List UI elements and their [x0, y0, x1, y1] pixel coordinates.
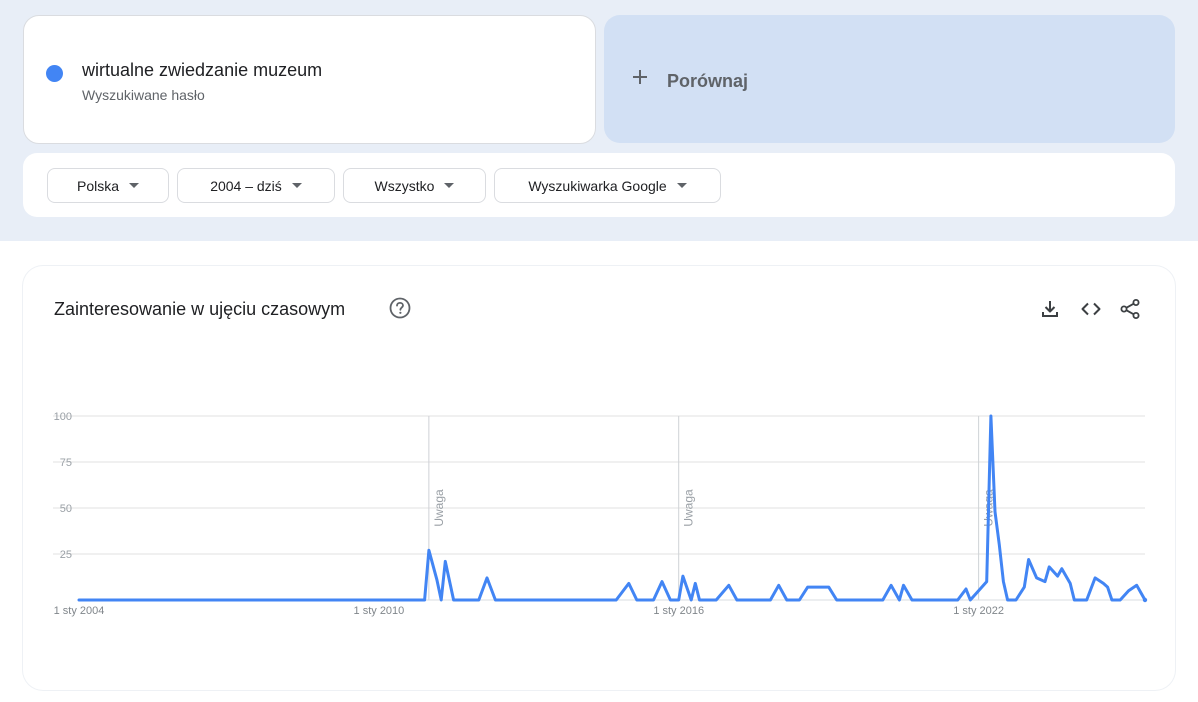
y-tick-label: 75 — [60, 457, 72, 469]
chart-gridlines — [53, 415, 1145, 555]
x-tick-label: 1 sty 2010 — [354, 605, 405, 617]
note-label: Uwaga — [682, 489, 696, 527]
period-dropdown[interactable]: 2004 – dziś — [177, 168, 335, 203]
search-term-title[interactable]: wirtualne zwiedzanie muzeum — [82, 60, 322, 81]
category-dropdown[interactable]: Wszystko — [343, 168, 486, 203]
caret-down-icon — [129, 183, 140, 188]
interest-over-time-panel: Zainteresowanie w ujęciu czasowym Uwaga U… — [23, 266, 1175, 690]
search-term-subtitle: Wyszukiwane hasło — [82, 87, 205, 103]
caret-down-icon — [676, 183, 687, 188]
trend-chart: Uwaga Uwaga Uwaga 1007550251 sty 2004 1 sty… — [53, 411, 1148, 617]
y-tick-label: 25 — [60, 549, 72, 561]
source-dropdown[interactable]: Wyszukiwarka Google — [494, 168, 721, 203]
compare-label: Porównaj — [667, 71, 749, 91]
note-label: Uwaga — [432, 489, 446, 527]
caret-down-icon — [444, 183, 455, 188]
region-dropdown[interactable]: Polska — [47, 168, 169, 203]
series-color-dot — [46, 65, 63, 82]
search-term-card[interactable]: wirtualne zwiedzanie muzeum Wyszukiwane … — [23, 15, 596, 144]
category-value: Wszystko — [374, 177, 435, 194]
period-value: 2004 – dziś — [210, 177, 282, 194]
y-tick-label: 50 — [60, 503, 72, 515]
source-value: Wyszukiwarka Google — [528, 177, 667, 194]
x-tick-label: 1 sty 2016 — [653, 605, 704, 617]
series-end-point — [1142, 597, 1148, 603]
x-tick-label: 1 sty 2022 — [953, 605, 1004, 617]
x-tick-label: 1 sty 2004 — [54, 605, 105, 617]
region-value: Polska — [76, 177, 120, 194]
y-tick-label: 100 — [54, 411, 72, 423]
compare-button[interactable]: Porównaj — [604, 15, 1175, 143]
caret-down-icon — [291, 183, 302, 188]
filter-bar: Polska 2004 – dziś Wszystko Wyszukiwarka… — [23, 153, 1175, 217]
plus-icon — [633, 70, 647, 84]
